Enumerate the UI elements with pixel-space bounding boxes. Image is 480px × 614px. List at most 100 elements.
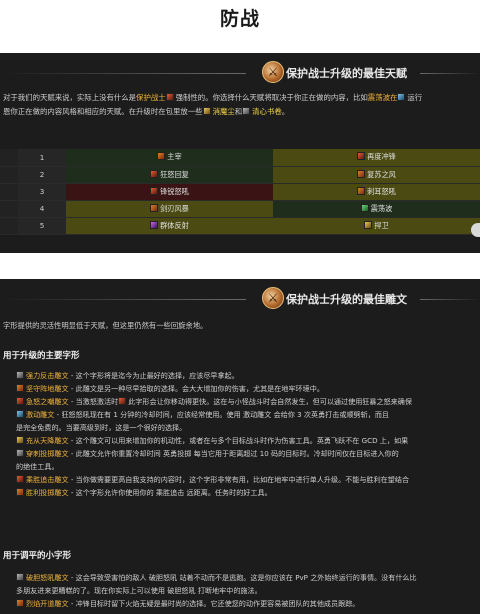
intro-text: 。 [281, 107, 290, 116]
talent-label: 狂怒回复 [160, 169, 189, 179]
divider-left [0, 299, 246, 300]
glyph-desc: - 狂怒怒吼现在有 1 分钟的冷却时间，应该经常使用。使用 激动雕文 会给你 3… [54, 410, 390, 419]
talent-option[interactable]: 锋锐怒吼 [66, 183, 273, 201]
talent-label: 捍卫 [374, 220, 389, 230]
glyph-desc: - 当激怒激活时 [68, 397, 119, 406]
list-item: 坚守阵地雕文 - 此雕文是另一种尽早拾取的选择。会大大增加你的伤害，尤其是在地牢… [16, 382, 480, 395]
glyph-desc: - 这个雕文可以用来增加你的机动性，或者在与多个目标战斗时作为伤害工具。英勇飞跃… [68, 436, 409, 445]
dust-of-disappearance-link[interactable]: 消魔尘 [213, 107, 235, 116]
list-item: 破胆怒吼雕文 - 这会导致受害怕的敌人 破胆怒吼 站着不动而不是逃跑。这是你应该… [16, 571, 480, 597]
glyph-desc: - 冲锋目标时留下火焰无疑是最时尚的选择。它还使您的动作更容易被团队的其他成员跟… [68, 599, 360, 608]
intro-text: 强制性的。你选择什么天赋将取决于你正在做的内容，比如 [175, 93, 368, 102]
glyph-icon [16, 410, 24, 418]
glyph-desc: - 此雕文是另一种尽早拾取的选择。会大大增加你的伤害，尤其是在地牢环境中。 [68, 384, 324, 393]
divider-right [420, 73, 480, 74]
row-edge [0, 217, 18, 235]
talent-icon [150, 186, 159, 195]
glyph-link[interactable]: 乘胜追击雕文 [26, 475, 69, 484]
talents-intro-line1: 对于我们的天赋来说，实际上没有什么是保护战士 强制性的。你选择什么天赋将取决于你正… [3, 91, 480, 104]
talent-label: 主宰 [167, 152, 182, 162]
minor-glyphs-heading: 用于调平的小字形 [3, 551, 72, 561]
glyph-link[interactable]: 烈焰开道雕文 [26, 599, 69, 608]
talent-row: 3 锋锐怒吼 刺耳怒吼 [0, 183, 480, 201]
list-item: 强力反击雕文 - 这个字形将是迄今为止最好的选择，应该尽早拿起。 [16, 369, 480, 382]
talent-label: 刺耳怒吼 [367, 186, 396, 196]
spell-icon [118, 397, 127, 405]
row-edge [0, 149, 18, 167]
glyph-desc: - 这个字形将是迄今为止最好的选择，应该尽早拿起。 [68, 371, 239, 380]
list-item: 乘胜追击雕文 - 当你做需要更高自我支持的内容时，这个字形非常有用，比如在地牢中… [16, 473, 480, 486]
glyph-icon [16, 488, 24, 496]
glyph-icon [16, 599, 24, 607]
glyphs-section-title: 保护战士升级的最佳雕文 [286, 293, 407, 306]
talent-icon [150, 203, 159, 212]
talent-label: 群体反射 [160, 220, 189, 230]
glyph-desc: 的绝佳工具。 [16, 462, 59, 471]
glyph-icon [16, 573, 24, 581]
list-item: 胜利投掷雕文 - 这个字形允许你使用你的 乘胜追击 远距离。任务时的好工具。 [16, 486, 480, 499]
talent-table: 1 主宰 再度冲锋 2 狂怒回复 复苏之风 3 锋锐怒吼 刺耳怒吼 4 剑刃风暴… [0, 149, 480, 235]
talent-label: 震荡波 [370, 203, 393, 213]
item-icon [242, 107, 251, 115]
minor-glyph-list: 破胆怒吼雕文 - 这会导致受害怕的敌人 破胆怒吼 站着不动而不是逃跑。这是你应该… [16, 571, 480, 610]
list-item: 穿刺投掷雕文 - 此雕文允许你重置冷却时间 英勇投掷 每当它用于距离超过 10 … [16, 447, 480, 473]
talents-intro-line2: 恩你正在做的内容风格和相应的天赋。在升级时在包里放一些 消魔尘和 清心书卷。 [3, 105, 480, 118]
talent-row: 5 群体反射 捍卫 [0, 217, 480, 235]
talent-option[interactable]: 刺耳怒吼 [273, 183, 480, 201]
glyph-link[interactable]: 胜利投掷雕文 [26, 488, 69, 497]
row-edge [0, 183, 18, 201]
tome-of-clear-mind-link[interactable]: 清心书卷 [252, 107, 282, 116]
glyph-desc: 多朋友进来更糟糕的了。现在你实际上可以使用 破胆怒吼 打断地牢中的施法。 [16, 586, 262, 595]
warrior-emblem-icon: ⚔ [262, 61, 284, 83]
talent-option[interactable]: 再度冲锋 [273, 149, 480, 167]
glyph-desc: - 这个字形允许你使用你的 乘胜追击 远距离。任务时的好工具。 [68, 488, 272, 497]
glyph-icon [16, 384, 24, 392]
list-item: 急怒之嘲雕文 - 当激怒激活时 此字形会让你移动得更快。这在与小怪战斗时会自然发生… [16, 395, 480, 408]
item-icon [202, 107, 211, 115]
talent-icon [357, 152, 366, 161]
glyph-link[interactable]: 强力反击雕文 [26, 371, 69, 380]
major-glyphs-heading: 用于升级的主要字形 [3, 351, 80, 361]
glyph-desc: 是完全免费的。当要高级到时，这是一个很好的选择。 [16, 423, 187, 432]
divider-left [0, 73, 246, 74]
talents-panel: ⚔ 保护战士升级的最佳天赋 对于我们的天赋来说，实际上没有什么是保护战士 强制性的… [0, 53, 480, 253]
glyph-icon [16, 436, 24, 444]
glyph-link[interactable]: 充从天降雕文 [26, 436, 69, 445]
intro-text: 恩你正在做的内容风格和相应的天赋。在升级时在包里放一些 [3, 107, 203, 116]
talent-option[interactable]: 群体反射 [66, 217, 273, 235]
glyph-link[interactable]: 激动雕文 [26, 410, 54, 419]
talent-option[interactable]: 主宰 [66, 149, 273, 167]
talent-row: 1 主宰 再度冲锋 [0, 149, 480, 167]
row-edge [0, 166, 18, 184]
talent-icon [357, 186, 366, 195]
glyph-link[interactable]: 急怒之嘲雕文 [26, 397, 69, 406]
talent-option[interactable]: 震荡波 [273, 200, 480, 218]
glyph-desc: - 这会导致受害怕的敌人 破胆怒吼 站着不动而不是逃跑。这是你应该在 PvP 之… [68, 573, 417, 582]
talent-label: 锋锐怒吼 [160, 186, 189, 196]
glyph-icon [16, 371, 24, 379]
glyph-desc: 此字形会让你移动得更快。这在与小怪战斗时会自然发生，但可以通过使用狂暴之怒来确保 [128, 397, 412, 406]
scroll-handle[interactable] [471, 223, 480, 237]
glyph-link[interactable]: 坚守阵地雕文 [26, 384, 69, 393]
talent-tier: 4 [18, 200, 66, 218]
shockwave-link[interactable]: 震荡波在 [368, 93, 398, 102]
glyph-link[interactable]: 穿刺投掷雕文 [26, 449, 69, 458]
protection-warrior-link[interactable]: 保护战士 [136, 93, 166, 102]
talents-section-title: 保护战士升级的最佳天赋 [286, 67, 407, 80]
talent-tier: 2 [18, 166, 66, 184]
talent-option[interactable]: 复苏之风 [273, 166, 480, 184]
major-glyph-list: 强力反击雕文 - 这个字形将是迄今为止最好的选择，应该尽早拿起。 坚守阵地雕文 … [16, 369, 480, 499]
talent-label: 复苏之风 [367, 169, 396, 179]
talent-option[interactable]: 剑刃风暴 [66, 200, 273, 218]
talent-option[interactable]: 捍卫 [273, 217, 480, 235]
glyph-link[interactable]: 破胆怒吼雕文 [26, 573, 69, 582]
list-item: 激动雕文 - 狂怒怒吼现在有 1 分钟的冷却时间，应该经常使用。使用 激动雕文 … [16, 408, 480, 434]
talent-icon [360, 203, 369, 212]
talent-icon [157, 152, 166, 161]
intro-text: 对于我们的天赋来说，实际上没有什么是 [3, 93, 137, 102]
talent-option[interactable]: 狂怒回复 [66, 166, 273, 184]
warrior-emblem-icon: ⚔ [262, 287, 284, 309]
glyph-icon [16, 449, 24, 457]
talent-icon [150, 220, 159, 229]
intro-text: 和 [234, 107, 243, 116]
